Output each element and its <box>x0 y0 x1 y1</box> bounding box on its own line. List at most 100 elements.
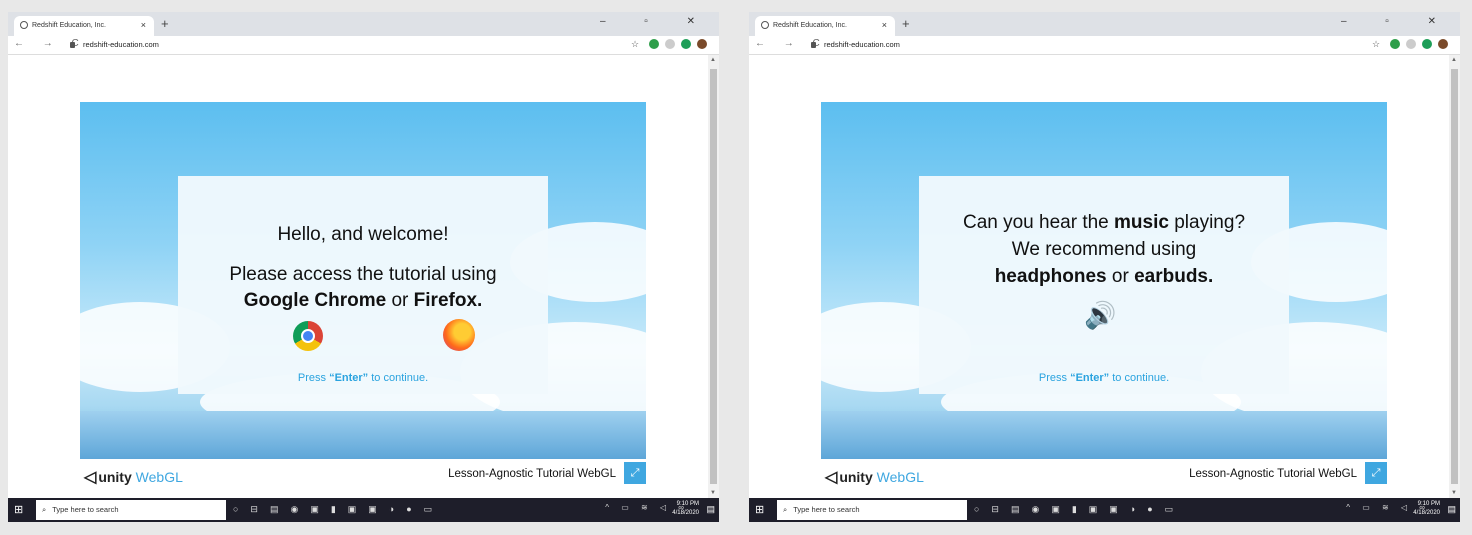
lock-icon <box>811 42 816 49</box>
lock-icon <box>70 42 75 49</box>
chrome-label: Google Chrome <box>243 290 387 311</box>
search-placeholder: Type here to search <box>793 505 860 514</box>
window-controls[interactable]: – ▫ ✕ <box>1341 16 1454 27</box>
scroll-up-icon[interactable]: ▲ <box>710 57 716 63</box>
music-word: music <box>1114 212 1169 233</box>
continue-text: to continue. <box>371 372 429 384</box>
instruction-line: Please access the tutorial using <box>229 264 497 285</box>
scroll-up-icon[interactable]: ▲ <box>1451 57 1457 63</box>
unity-cube-icon: ◁ <box>84 469 97 486</box>
new-tab-button[interactable]: + <box>902 16 910 31</box>
sea <box>80 411 646 459</box>
taskbar-clock[interactable]: 9:10 PM 4/18/2020 <box>672 500 699 518</box>
extension-grammar-icon[interactable] <box>1422 39 1432 49</box>
build-title: Lesson-Agnostic Tutorial WebGL <box>1189 468 1357 480</box>
tab-title: Redshift Education, Inc. <box>773 22 847 29</box>
unity-logo: ◁ unity WebGL <box>84 467 183 487</box>
question-post: playing? <box>1174 212 1246 233</box>
clock-time: 9:10 PM <box>1417 501 1440 507</box>
url-field[interactable]: redshift-education.com <box>811 38 1371 52</box>
scroll-thumb[interactable] <box>1451 69 1458 484</box>
windows-start-icon[interactable]: ⊞ <box>14 503 23 516</box>
clock-date: 4/18/2020 <box>1413 510 1440 516</box>
sea <box>821 411 1387 459</box>
welcome-panel: Hello, and welcome! Please access the tu… <box>178 176 548 394</box>
address-bar: ← → C redshift-education.com ☆ <box>749 36 1460 55</box>
extension-check-icon[interactable] <box>1390 39 1400 49</box>
pinned-apps[interactable]: ○⊟▤◉▣▮▣▣◑●▭ <box>233 504 444 515</box>
close-tab-icon[interactable]: × <box>141 20 146 30</box>
scrollbar[interactable]: ▲ ▼ <box>708 55 719 498</box>
globe-icon <box>761 21 769 29</box>
enter-key-text: “Enter” <box>329 372 369 384</box>
clock-time: 9:10 PM <box>676 501 699 507</box>
browser-tab[interactable]: Redshift Education, Inc. × <box>755 16 895 36</box>
search-icon: ⌕ <box>42 505 47 514</box>
extension-grammar-icon[interactable] <box>681 39 691 49</box>
scrollbar[interactable]: ▲ ▼ <box>1449 55 1460 498</box>
unity-text: unity <box>839 469 873 485</box>
unity-game-canvas[interactable]: Hello, and welcome! Please access the tu… <box>80 102 646 459</box>
browser-window-right: Redshift Education, Inc. × + – ▫ ✕ ← → C… <box>749 12 1460 522</box>
avatar[interactable] <box>697 39 707 49</box>
taskbar-search[interactable]: ⌕ Type here to search <box>36 500 226 520</box>
window-controls[interactable]: – ▫ ✕ <box>600 16 713 27</box>
unity-cube-icon: ◁ <box>825 469 838 486</box>
search-icon: ⌕ <box>783 505 788 514</box>
url-field[interactable]: redshift-education.com <box>70 38 630 52</box>
globe-icon <box>20 21 28 29</box>
question-pre: Can you hear the <box>962 212 1109 233</box>
extension-w-icon[interactable] <box>1406 39 1416 49</box>
or-text: or <box>1111 266 1129 287</box>
browser-tab[interactable]: Redshift Education, Inc. × <box>14 16 154 36</box>
scroll-down-icon[interactable]: ▼ <box>710 490 716 496</box>
recommend-line: We recommend using <box>1011 239 1197 260</box>
extension-w-icon[interactable] <box>665 39 675 49</box>
windows-start-icon[interactable]: ⊞ <box>755 503 764 516</box>
webgl-text: WebGL <box>135 469 183 485</box>
notification-icon[interactable]: ▤ <box>1447 504 1456 515</box>
firefox-icon <box>443 319 475 351</box>
tab-title: Redshift Education, Inc. <box>32 22 106 29</box>
audio-question: Can you hear the music playing? <box>919 212 1289 234</box>
unity-footer: ◁ unity WebGL Lesson-Agnostic Tutorial We… <box>80 459 646 489</box>
webgl-text: WebGL <box>876 469 924 485</box>
search-placeholder: Type here to search <box>52 505 119 514</box>
windows-taskbar: ⊞ ⌕ Type here to search ○⊟▤◉▣▮▣▣◑●▭ ^ ▭ ≋… <box>8 498 719 522</box>
avatar[interactable] <box>1438 39 1448 49</box>
scroll-thumb[interactable] <box>710 69 717 484</box>
fullscreen-button[interactable]: ⤢ <box>1365 462 1387 484</box>
browser-line: Google Chrome or Firefox. <box>178 290 548 312</box>
new-tab-button[interactable]: + <box>161 16 169 31</box>
address-bar: ← → C redshift-education.com ☆ <box>8 36 719 55</box>
press-text: Press <box>1038 372 1067 384</box>
enter-key-text: “Enter” <box>1070 372 1110 384</box>
welcome-heading: Hello, and welcome! <box>277 224 449 245</box>
chrome-icon <box>293 321 323 351</box>
continue-text: to continue. <box>1112 372 1170 384</box>
scroll-down-icon[interactable]: ▼ <box>1451 490 1457 496</box>
headphones-label: headphones <box>994 266 1107 287</box>
taskbar-search[interactable]: ⌕ Type here to search <box>777 500 967 520</box>
star-icon[interactable]: ☆ <box>1372 39 1382 49</box>
pinned-apps[interactable]: ○⊟▤◉▣▮▣▣◑●▭ <box>974 504 1185 515</box>
or-text: or <box>391 290 409 311</box>
earbuds-label: earbuds. <box>1134 266 1214 287</box>
close-tab-icon[interactable]: × <box>882 20 887 30</box>
fullscreen-button[interactable]: ⤢ <box>624 462 646 484</box>
unity-game-canvas[interactable]: Can you hear the music playing? We recom… <box>821 102 1387 459</box>
press-enter-prompt: Press “Enter” to continue. <box>178 372 548 384</box>
notification-icon[interactable]: ▤ <box>706 504 715 515</box>
taskbar-clock[interactable]: 9:10 PM 4/18/2020 <box>1413 500 1440 518</box>
press-text: Press <box>297 372 326 384</box>
unity-text: unity <box>98 469 132 485</box>
star-icon[interactable]: ☆ <box>631 39 641 49</box>
press-enter-prompt: Press “Enter” to continue. <box>919 372 1289 384</box>
extension-check-icon[interactable] <box>649 39 659 49</box>
speaker-icon: 🔊 <box>1084 300 1117 330</box>
unity-footer: ◁ unity WebGL Lesson-Agnostic Tutorial We… <box>821 459 1387 489</box>
build-title: Lesson-Agnostic Tutorial WebGL <box>448 468 616 480</box>
clock-date: 4/18/2020 <box>672 510 699 516</box>
url-text: redshift-education.com <box>824 40 900 49</box>
unity-logo: ◁ unity WebGL <box>825 467 924 487</box>
